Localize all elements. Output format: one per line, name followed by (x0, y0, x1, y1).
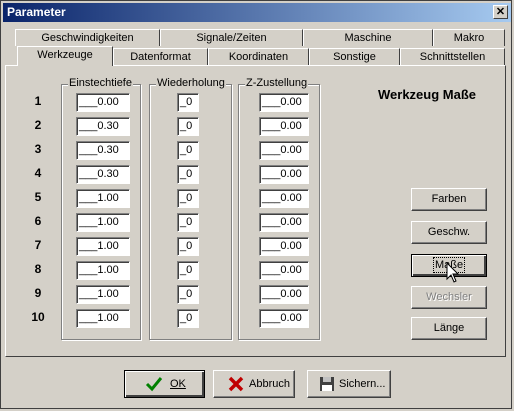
tab-label: Sonstige (333, 51, 376, 63)
tab-label: Werkzeuge (37, 49, 93, 61)
einstechtiefe-input-5[interactable]: ___1.00 (76, 189, 130, 208)
button-label: Länge (433, 322, 465, 334)
group-label-z-zustellung: Z-Zustellung (245, 77, 309, 89)
button-label: Sichern... (339, 378, 386, 390)
zustellung-input-9[interactable]: ___0.00 (259, 285, 309, 304)
wiederholung-input-5[interactable]: _0 (177, 189, 199, 208)
tab-signale-zeiten[interactable]: Signale/Zeiten (160, 29, 303, 46)
wiederholung-input-10[interactable]: _0 (177, 309, 199, 328)
wechsler-button: Wechsler (411, 286, 487, 309)
row-number: 9 (34, 286, 42, 300)
tab-werkzeuge[interactable]: Werkzeuge (17, 46, 113, 66)
tab-maschine[interactable]: Maschine (303, 29, 433, 46)
farben-button[interactable]: Farben (411, 188, 487, 211)
tab-geschwindigkeiten[interactable]: Geschwindigkeiten (15, 29, 160, 46)
einstechtiefe-input-7[interactable]: ___1.00 (76, 237, 130, 256)
row-number: 8 (34, 262, 42, 276)
check-icon (145, 377, 163, 392)
tab-label: Datenformat (130, 51, 191, 63)
einstechtiefe-input-8[interactable]: ___1.00 (76, 261, 130, 280)
button-label: Wechsler (426, 291, 472, 303)
row-number: 3 (34, 142, 42, 156)
tab-label: Maschine (344, 32, 392, 44)
einstechtiefe-input-1[interactable]: ___0.00 (76, 93, 130, 112)
abbruch-button[interactable]: Abbruch (213, 370, 295, 398)
tab-sonstige[interactable]: Sonstige (309, 48, 400, 65)
tab-schnittstellen[interactable]: Schnittstellen (400, 48, 505, 65)
row-number: 5 (34, 190, 42, 204)
wiederholung-input-9[interactable]: _0 (177, 285, 199, 304)
tab-label: Koordinaten (228, 51, 289, 63)
group-label-wiederholung: Wiederholung (156, 77, 226, 89)
wiederholung-input-3[interactable]: _0 (177, 141, 199, 160)
mouse-pointer-icon (446, 262, 459, 283)
tab-label: Makro (453, 32, 485, 44)
einstechtiefe-input-6[interactable]: ___1.00 (76, 213, 130, 232)
einstechtiefe-input-4[interactable]: ___0.30 (76, 165, 130, 184)
tab-label: Schnittstellen (419, 51, 486, 63)
wiederholung-input-2[interactable]: _0 (177, 117, 199, 136)
zustellung-input-2[interactable]: ___0.00 (259, 117, 309, 136)
wiederholung-input-7[interactable]: _0 (177, 237, 199, 256)
row-number: 2 (34, 118, 42, 132)
button-label: Farben (431, 193, 467, 205)
zustellung-input-10[interactable]: ___0.00 (259, 309, 309, 328)
zustellung-input-8[interactable]: ___0.00 (259, 261, 309, 280)
zustellung-input-7[interactable]: ___0.00 (259, 237, 309, 256)
tab-label: Geschwindigkeiten (41, 32, 134, 44)
wiederholung-input-8[interactable]: _0 (177, 261, 199, 280)
close-icon: ✕ (495, 6, 506, 18)
werkzeug-masse-heading: Werkzeug Maße (378, 87, 477, 102)
row-number: 1 (34, 94, 42, 108)
geschw-button[interactable]: Geschw. (411, 221, 487, 244)
ok-button[interactable]: OK (124, 370, 205, 398)
zustellung-input-3[interactable]: ___0.00 (259, 141, 309, 160)
einstechtiefe-input-3[interactable]: ___0.30 (76, 141, 130, 160)
cancel-x-icon (228, 376, 244, 392)
einstechtiefe-input-10[interactable]: ___1.00 (76, 309, 130, 328)
close-button[interactable]: ✕ (493, 5, 508, 19)
title-bar: Parameter ✕ (3, 3, 511, 22)
tab-datenformat[interactable]: Datenformat (113, 48, 208, 65)
zustellung-input-6[interactable]: ___0.00 (259, 213, 309, 232)
row-number: 4 (34, 166, 42, 180)
tab-koordinaten[interactable]: Koordinaten (208, 48, 309, 65)
button-label: Abbruch (249, 378, 290, 390)
floppy-disk-icon (320, 377, 334, 391)
window-title: Parameter (7, 5, 66, 19)
tab-label: Signale/Zeiten (196, 32, 267, 44)
zustellung-input-1[interactable]: ___0.00 (259, 93, 309, 112)
laenge-button[interactable]: Länge (411, 317, 487, 340)
row-number: 10 (31, 310, 45, 324)
wiederholung-input-4[interactable]: _0 (177, 165, 199, 184)
sichern-button[interactable]: Sichern... (307, 370, 391, 398)
button-label: Geschw. (427, 226, 471, 238)
button-label: OK (170, 378, 186, 390)
einstechtiefe-input-9[interactable]: ___1.00 (76, 285, 130, 304)
zustellung-input-4[interactable]: ___0.00 (259, 165, 309, 184)
einstechtiefe-input-2[interactable]: ___0.30 (76, 117, 130, 136)
tab-makro[interactable]: Makro (433, 29, 505, 46)
zustellung-input-5[interactable]: ___0.00 (259, 189, 309, 208)
wiederholung-input-1[interactable]: _0 (177, 93, 199, 112)
group-label-einstechtiefe: Einstechtiefe (68, 77, 133, 89)
row-number: 6 (34, 214, 42, 228)
row-number: 7 (34, 238, 42, 252)
wiederholung-input-6[interactable]: _0 (177, 213, 199, 232)
